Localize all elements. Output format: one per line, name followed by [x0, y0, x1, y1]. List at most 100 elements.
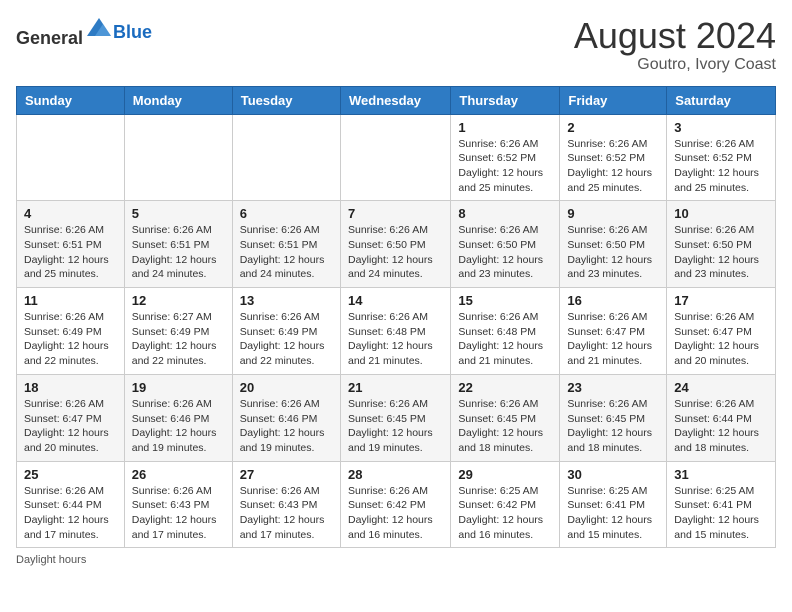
day-number: 30 [567, 467, 659, 482]
calendar-cell: 23 Sunrise: 6:26 AM Sunset: 6:45 PM Dayli… [560, 374, 667, 461]
calendar-day-header: Wednesday [340, 86, 450, 114]
logo-icon [85, 16, 113, 44]
day-info: Sunrise: 6:26 AM Sunset: 6:47 PM Dayligh… [567, 310, 659, 369]
day-number: 5 [132, 206, 225, 221]
header: General Blue August 2024 Goutro, Ivory C… [16, 16, 776, 74]
day-info: Sunrise: 6:25 AM Sunset: 6:41 PM Dayligh… [674, 484, 768, 543]
calendar-day-header: Saturday [667, 86, 776, 114]
day-number: 14 [348, 293, 443, 308]
day-number: 16 [567, 293, 659, 308]
calendar-day-header: Monday [124, 86, 232, 114]
day-info: Sunrise: 6:26 AM Sunset: 6:43 PM Dayligh… [132, 484, 225, 543]
day-info: Sunrise: 6:26 AM Sunset: 6:52 PM Dayligh… [458, 137, 552, 196]
calendar-cell [17, 114, 125, 201]
day-info: Sunrise: 6:27 AM Sunset: 6:49 PM Dayligh… [132, 310, 225, 369]
calendar-day-header: Thursday [451, 86, 560, 114]
calendar-cell: 2 Sunrise: 6:26 AM Sunset: 6:52 PM Daylig… [560, 114, 667, 201]
calendar-cell: 5 Sunrise: 6:26 AM Sunset: 6:51 PM Daylig… [124, 201, 232, 288]
day-number: 6 [240, 206, 333, 221]
day-number: 7 [348, 206, 443, 221]
logo-general-text: General [16, 28, 83, 48]
day-number: 25 [24, 467, 117, 482]
day-info: Sunrise: 6:26 AM Sunset: 6:50 PM Dayligh… [567, 223, 659, 282]
calendar-cell: 9Sunrise: 6:26 AM Sunset: 6:50 PM Daylig… [560, 201, 667, 288]
calendar-cell: 25 Sunrise: 6:26 AM Sunset: 6:44 PM Dayli… [17, 461, 125, 548]
calendar-body: 1 Sunrise: 6:26 AM Sunset: 6:52 PM Daylig… [17, 114, 776, 548]
day-info: Sunrise: 6:26 AM Sunset: 6:50 PM Dayligh… [458, 223, 552, 282]
day-info: Sunrise: 6:26 AM Sunset: 6:51 PM Dayligh… [240, 223, 333, 282]
day-number: 11 [24, 293, 117, 308]
day-number: 21 [348, 380, 443, 395]
logo-blue-text: Blue [113, 22, 152, 42]
day-info: Sunrise: 6:25 AM Sunset: 6:42 PM Dayligh… [458, 484, 552, 543]
calendar-cell [340, 114, 450, 201]
day-info: Sunrise: 6:26 AM Sunset: 6:51 PM Dayligh… [24, 223, 117, 282]
day-info: Sunrise: 6:26 AM Sunset: 6:44 PM Dayligh… [674, 397, 768, 456]
calendar-cell: 12 Sunrise: 6:27 AM Sunset: 6:49 PM Dayli… [124, 288, 232, 375]
location-subtitle: Goutro, Ivory Coast [574, 56, 776, 74]
day-number: 10 [674, 206, 768, 221]
day-number: 2 [567, 120, 659, 135]
day-number: 31 [674, 467, 768, 482]
calendar-table: SundayMondayTuesdayWednesdayThursdayFrid… [16, 86, 776, 549]
day-info: Sunrise: 6:25 AM Sunset: 6:41 PM Dayligh… [567, 484, 659, 543]
calendar-day-header: Sunday [17, 86, 125, 114]
day-info: Sunrise: 6:26 AM Sunset: 6:45 PM Dayligh… [458, 397, 552, 456]
day-number: 20 [240, 380, 333, 395]
calendar-cell: 4Sunrise: 6:26 AM Sunset: 6:51 PM Daylig… [17, 201, 125, 288]
calendar-cell: 15 Sunrise: 6:26 AM Sunset: 6:48 PM Dayli… [451, 288, 560, 375]
day-number: 18 [24, 380, 117, 395]
day-info: Sunrise: 6:26 AM Sunset: 6:50 PM Dayligh… [674, 223, 768, 282]
day-info: Sunrise: 6:26 AM Sunset: 6:46 PM Dayligh… [240, 397, 333, 456]
calendar-cell: 14 Sunrise: 6:26 AM Sunset: 6:48 PM Dayli… [340, 288, 450, 375]
calendar-cell: 31 Sunrise: 6:25 AM Sunset: 6:41 PM Dayli… [667, 461, 776, 548]
calendar-day-header: Tuesday [232, 86, 340, 114]
day-number: 26 [132, 467, 225, 482]
day-info: Sunrise: 6:26 AM Sunset: 6:51 PM Dayligh… [132, 223, 225, 282]
calendar-cell: 1 Sunrise: 6:26 AM Sunset: 6:52 PM Daylig… [451, 114, 560, 201]
day-info: Sunrise: 6:26 AM Sunset: 6:47 PM Dayligh… [674, 310, 768, 369]
calendar-cell: 16 Sunrise: 6:26 AM Sunset: 6:47 PM Dayli… [560, 288, 667, 375]
calendar-header-row: SundayMondayTuesdayWednesdayThursdayFrid… [17, 86, 776, 114]
day-number: 15 [458, 293, 552, 308]
day-number: 1 [458, 120, 552, 135]
logo: General Blue [16, 16, 152, 49]
calendar-week-row: 18 Sunrise: 6:26 AM Sunset: 6:47 PM Dayli… [17, 374, 776, 461]
day-number: 12 [132, 293, 225, 308]
calendar-cell: 8 Sunrise: 6:26 AM Sunset: 6:50 PM Daylig… [451, 201, 560, 288]
day-info: Sunrise: 6:26 AM Sunset: 6:46 PM Dayligh… [132, 397, 225, 456]
day-info: Sunrise: 6:26 AM Sunset: 6:52 PM Dayligh… [567, 137, 659, 196]
day-info: Sunrise: 6:26 AM Sunset: 6:44 PM Dayligh… [24, 484, 117, 543]
calendar-week-row: 11Sunrise: 6:26 AM Sunset: 6:49 PM Dayli… [17, 288, 776, 375]
day-number: 27 [240, 467, 333, 482]
calendar-cell: 10 Sunrise: 6:26 AM Sunset: 6:50 PM Dayli… [667, 201, 776, 288]
day-info: Sunrise: 6:26 AM Sunset: 6:48 PM Dayligh… [348, 310, 443, 369]
calendar-cell: 6 Sunrise: 6:26 AM Sunset: 6:51 PM Daylig… [232, 201, 340, 288]
day-number: 19 [132, 380, 225, 395]
calendar-cell [232, 114, 340, 201]
day-number: 24 [674, 380, 768, 395]
day-number: 8 [458, 206, 552, 221]
calendar-cell: 27Sunrise: 6:26 AM Sunset: 6:43 PM Dayli… [232, 461, 340, 548]
calendar-cell: 18 Sunrise: 6:26 AM Sunset: 6:47 PM Dayli… [17, 374, 125, 461]
day-number: 29 [458, 467, 552, 482]
calendar-week-row: 25 Sunrise: 6:26 AM Sunset: 6:44 PM Dayli… [17, 461, 776, 548]
day-info: Sunrise: 6:26 AM Sunset: 6:52 PM Dayligh… [674, 137, 768, 196]
calendar-day-header: Friday [560, 86, 667, 114]
calendar-cell: 19 Sunrise: 6:26 AM Sunset: 6:46 PM Dayli… [124, 374, 232, 461]
day-info: Sunrise: 6:26 AM Sunset: 6:48 PM Dayligh… [458, 310, 552, 369]
calendar-cell: 26 Sunrise: 6:26 AM Sunset: 6:43 PM Dayli… [124, 461, 232, 548]
day-info: Sunrise: 6:26 AM Sunset: 6:42 PM Dayligh… [348, 484, 443, 543]
calendar-cell: 20 Sunrise: 6:26 AM Sunset: 6:46 PM Dayli… [232, 374, 340, 461]
day-number: 13 [240, 293, 333, 308]
title-area: August 2024 Goutro, Ivory Coast [574, 16, 776, 74]
day-info: Sunrise: 6:26 AM Sunset: 6:45 PM Dayligh… [348, 397, 443, 456]
calendar-cell: 17Sunrise: 6:26 AM Sunset: 6:47 PM Dayli… [667, 288, 776, 375]
calendar-cell: 30 Sunrise: 6:25 AM Sunset: 6:41 PM Dayli… [560, 461, 667, 548]
calendar-week-row: 4Sunrise: 6:26 AM Sunset: 6:51 PM Daylig… [17, 201, 776, 288]
day-info: Sunrise: 6:26 AM Sunset: 6:50 PM Dayligh… [348, 223, 443, 282]
day-info: Sunrise: 6:26 AM Sunset: 6:45 PM Dayligh… [567, 397, 659, 456]
calendar-cell: 11Sunrise: 6:26 AM Sunset: 6:49 PM Dayli… [17, 288, 125, 375]
day-number: 23 [567, 380, 659, 395]
day-info: Sunrise: 6:26 AM Sunset: 6:47 PM Dayligh… [24, 397, 117, 456]
